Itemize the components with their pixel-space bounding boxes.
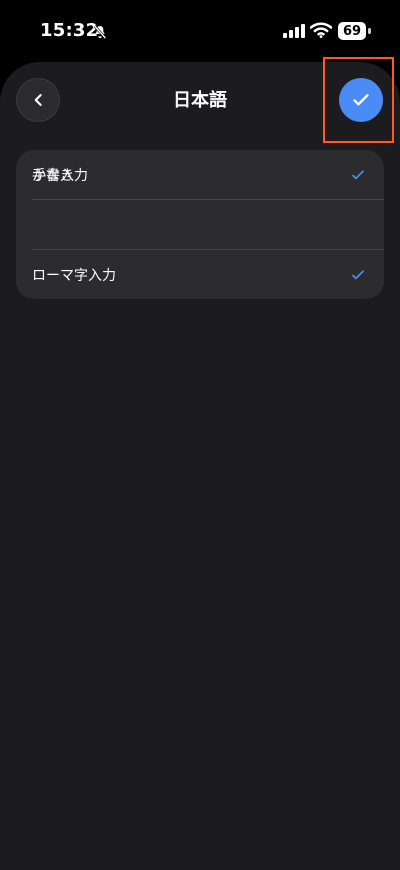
checkmark-icon (352, 270, 364, 280)
done-button[interactable] (339, 78, 383, 122)
option-row-romaji[interactable]: ローマ字入力 (16, 250, 384, 299)
option-label: ローマ字入力 (32, 268, 116, 284)
battery-icon: 69 (338, 22, 372, 40)
language-sheet: 日本語 かな入力 ローマ字入力 手書き (0, 57, 400, 870)
option-label: 手書き (32, 168, 74, 184)
wifi-icon (310, 22, 332, 38)
row-divider (32, 249, 384, 250)
option-row-handwriting[interactable]: 手書き (16, 150, 384, 200)
battery-level-label: 69 (338, 22, 366, 40)
cellular-signal-icon (283, 24, 305, 38)
bell-slash-icon (93, 25, 107, 39)
status-bar: 15:32 69 (0, 0, 400, 62)
input-method-list: かな入力 ローマ字入力 手書き (16, 150, 384, 299)
checkmark-icon (353, 94, 369, 106)
battery-cap (368, 28, 371, 34)
status-time: 15:32 (40, 20, 99, 41)
